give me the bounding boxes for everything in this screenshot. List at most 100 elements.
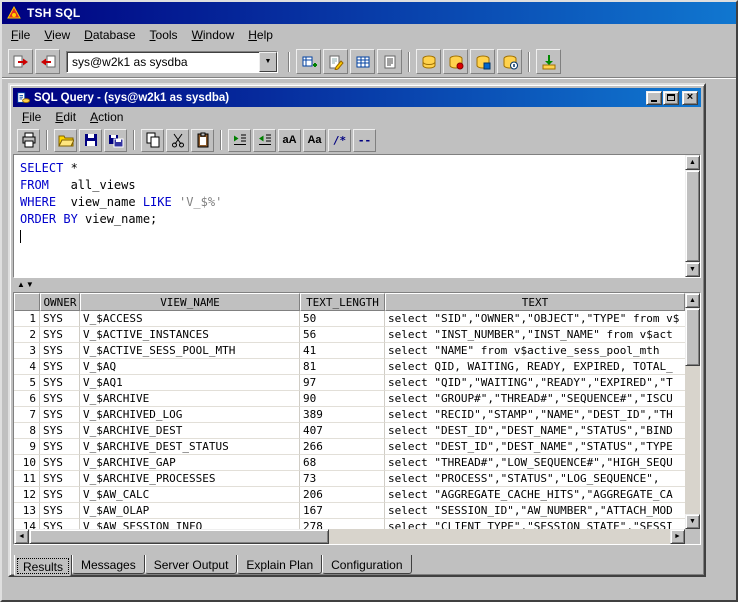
- cell-text[interactable]: select "CLIENT_TYPE","SESSION_STATE","SE…: [385, 519, 685, 529]
- table-row[interactable]: 10 SYS V_$ARCHIVE_GAP 68 select "THREAD#","L…: [14, 455, 685, 471]
- cell-text[interactable]: select "GROUP#","THREAD#","SEQUENCE#","I…: [385, 391, 685, 407]
- cell-owner[interactable]: SYS: [40, 487, 80, 503]
- paste-button[interactable]: [191, 128, 214, 152]
- table-row[interactable]: 1 SYS V_$ACCESS 50 select "SID","OWNER","OBJ…: [14, 311, 685, 327]
- import-button[interactable]: [536, 49, 561, 74]
- header-text-length[interactable]: TEXT_LENGTH: [300, 293, 385, 311]
- block-comment-button[interactable]: /*: [328, 128, 351, 152]
- menu-help[interactable]: Help: [241, 25, 280, 45]
- menu-window[interactable]: Window: [185, 25, 242, 45]
- indent-button[interactable]: [228, 128, 251, 152]
- outdent-button[interactable]: [253, 128, 276, 152]
- db-objects-button[interactable]: [416, 49, 441, 74]
- cell-text[interactable]: select QID, WAITING, READY, EXPIRED, TOT…: [385, 359, 685, 375]
- editor-scrollbar-thumb[interactable]: [685, 170, 700, 262]
- tab-configuration[interactable]: Configuration: [322, 555, 412, 574]
- menu-database[interactable]: Database: [77, 25, 142, 45]
- save-all-button[interactable]: [104, 128, 127, 152]
- close-button[interactable]: ×: [682, 90, 698, 105]
- cell-text-length[interactable]: 41: [300, 343, 385, 359]
- cell-view-name[interactable]: V_$ARCHIVE_DEST: [80, 423, 300, 439]
- table-row[interactable]: 11 SYS V_$ARCHIVE_PROCESSES 73 select "PROCE…: [14, 471, 685, 487]
- cell-view-name[interactable]: V_$ACCESS: [80, 311, 300, 327]
- query-window-icon[interactable]: [16, 91, 30, 105]
- cell-text[interactable]: select "RECID","STAMP","NAME","DEST_ID",…: [385, 407, 685, 423]
- cell-row-number[interactable]: 11: [14, 471, 40, 487]
- h-scrollbar-thumb[interactable]: [29, 529, 329, 544]
- splitter-bar[interactable]: ▲ ▼: [13, 278, 701, 292]
- scroll-up-icon[interactable]: ▲: [685, 155, 700, 170]
- maximize-button[interactable]: [663, 90, 679, 105]
- cell-view-name[interactable]: V_$AW_CALC: [80, 487, 300, 503]
- cell-owner[interactable]: SYS: [40, 327, 80, 343]
- cell-owner[interactable]: SYS: [40, 407, 80, 423]
- cell-text[interactable]: select "AGGREGATE_CACHE_HITS","AGGREGATE…: [385, 487, 685, 503]
- cell-view-name[interactable]: V_$ARCHIVED_LOG: [80, 407, 300, 423]
- table-row[interactable]: 12 SYS V_$AW_CALC 206 select "AGGREGATE_CACH…: [14, 487, 685, 503]
- scroll-down-icon[interactable]: ▼: [685, 262, 700, 277]
- cell-view-name[interactable]: V_$ARCHIVE: [80, 391, 300, 407]
- table-row[interactable]: 9 SYS V_$ARCHIVE_DEST_STATUS 266 select "DES…: [14, 439, 685, 455]
- table-row[interactable]: 4 SYS V_$AQ 81 select QID, WAITING, READY, E…: [14, 359, 685, 375]
- cell-owner[interactable]: SYS: [40, 375, 80, 391]
- print-button[interactable]: [17, 128, 40, 152]
- menu-file[interactable]: File: [15, 108, 48, 126]
- scroll-right-icon[interactable]: ►: [670, 529, 685, 544]
- table-row[interactable]: 5 SYS V_$AQ1 97 select "QID","WAITING","READ…: [14, 375, 685, 391]
- menu-tools[interactable]: Tools: [143, 25, 185, 45]
- cell-owner[interactable]: SYS: [40, 519, 80, 529]
- menu-edit[interactable]: Edit: [48, 108, 83, 126]
- cell-text[interactable]: select "INST_NUMBER","INST_NAME" from v$…: [385, 327, 685, 343]
- header-text[interactable]: TEXT: [385, 293, 685, 311]
- cell-row-number[interactable]: 4: [14, 359, 40, 375]
- disconnect-button[interactable]: [35, 49, 60, 74]
- cell-view-name[interactable]: V_$AQ1: [80, 375, 300, 391]
- scroll-left-icon[interactable]: ◄: [14, 529, 29, 544]
- query-window-titlebar[interactable]: SQL Query - (sys@w2k1 as sysdba) ×: [13, 88, 701, 107]
- line-comment-button[interactable]: --: [353, 128, 376, 152]
- cell-owner[interactable]: SYS: [40, 439, 80, 455]
- cell-text-length[interactable]: 56: [300, 327, 385, 343]
- db-info-button[interactable]: [497, 49, 522, 74]
- edit-query-button[interactable]: [323, 49, 348, 74]
- connect-button[interactable]: [8, 49, 33, 74]
- cell-row-number[interactable]: 9: [14, 439, 40, 455]
- grid-horizontal-scrollbar[interactable]: ◄ ►: [14, 529, 685, 544]
- connection-combo[interactable]: sys@w2k1 as sysdba ▼: [66, 50, 278, 73]
- cell-view-name[interactable]: V_$ARCHIVE_DEST_STATUS: [80, 439, 300, 455]
- script-button[interactable]: [377, 49, 402, 74]
- cell-row-number[interactable]: 5: [14, 375, 40, 391]
- cell-text-length[interactable]: 90: [300, 391, 385, 407]
- cell-text[interactable]: select "QID","WAITING","READY","EXPIRED"…: [385, 375, 685, 391]
- cell-text[interactable]: select "SID","OWNER","OBJECT","TYPE" fro…: [385, 311, 685, 327]
- scroll-down-icon[interactable]: ▼: [685, 514, 700, 529]
- uppercase-button[interactable]: aA: [278, 128, 301, 152]
- tab-server-output[interactable]: Server Output: [144, 555, 238, 574]
- cell-text-length[interactable]: 81: [300, 359, 385, 375]
- v-scrollbar-track[interactable]: [685, 366, 700, 514]
- cell-text-length[interactable]: 97: [300, 375, 385, 391]
- cell-text[interactable]: select "DEST_ID","DEST_NAME","STATUS","B…: [385, 423, 685, 439]
- table-row[interactable]: 8 SYS V_$ARCHIVE_DEST 407 select "DEST_ID","…: [14, 423, 685, 439]
- cell-owner[interactable]: SYS: [40, 423, 80, 439]
- cell-owner[interactable]: SYS: [40, 343, 80, 359]
- v-scrollbar-thumb[interactable]: [685, 308, 700, 366]
- cell-text[interactable]: select "SESSION_ID","AW_NUMBER","ATTACH_…: [385, 503, 685, 519]
- cell-view-name[interactable]: V_$AQ: [80, 359, 300, 375]
- cell-text[interactable]: select "NAME" from v$active_sess_pool_mt…: [385, 343, 685, 359]
- cell-row-number[interactable]: 7: [14, 407, 40, 423]
- cell-view-name[interactable]: V_$AW_OLAP: [80, 503, 300, 519]
- menu-action[interactable]: Action: [83, 108, 130, 126]
- cell-owner[interactable]: SYS: [40, 503, 80, 519]
- cell-text-length[interactable]: 50: [300, 311, 385, 327]
- cell-row-number[interactable]: 6: [14, 391, 40, 407]
- scroll-up-icon[interactable]: ▲: [685, 293, 700, 308]
- header-owner[interactable]: OWNER: [40, 293, 80, 311]
- table-row[interactable]: 6 SYS V_$ARCHIVE 90 select "GROUP#","THREAD#…: [14, 391, 685, 407]
- app-logo-icon[interactable]: [6, 5, 22, 21]
- cell-row-number[interactable]: 2: [14, 327, 40, 343]
- copy-button[interactable]: [141, 128, 164, 152]
- cell-row-number[interactable]: 14: [14, 519, 40, 529]
- cut-button[interactable]: [166, 128, 189, 152]
- cell-view-name[interactable]: V_$ACTIVE_INSTANCES: [80, 327, 300, 343]
